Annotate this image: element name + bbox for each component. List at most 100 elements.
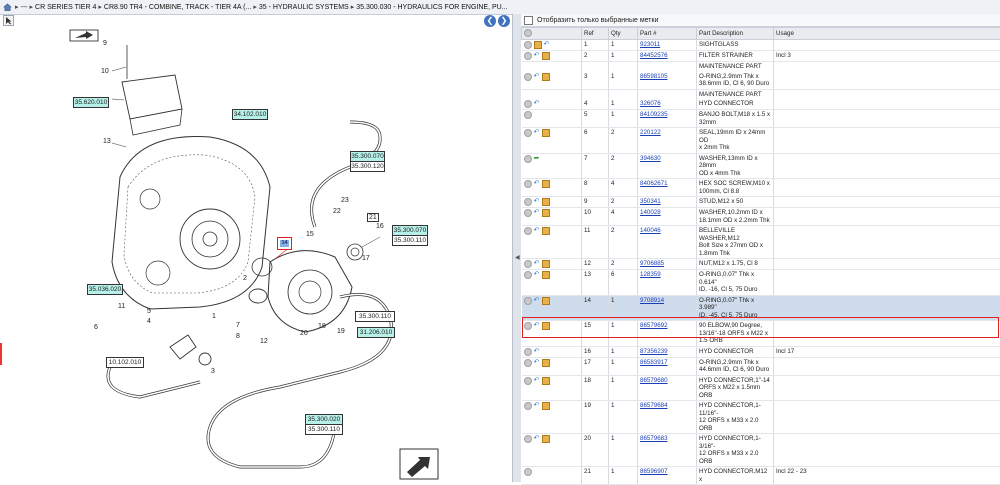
table-row[interactable]: ↶92350341STUD,M12 x 50: [522, 197, 1000, 208]
table-row[interactable]: ➦72394630WASHER,13mm ID x 28mmOD x 4mm T…: [522, 153, 1000, 179]
part-number-link[interactable]: 140028: [640, 209, 661, 216]
part-number-link[interactable]: 9706885: [640, 260, 664, 267]
table-row[interactable]: ↶41326076HYD CONNECTOR: [522, 99, 1000, 110]
header-ref[interactable]: Ref: [582, 28, 609, 40]
table-row[interactable]: ↶104140028WASHER,10.2mm ID x18.1mm OD x …: [522, 208, 1000, 226]
part-number-link[interactable]: 86579684: [640, 402, 668, 409]
breadcrumb-item-root[interactable]: ---: [21, 4, 28, 11]
breadcrumb-item-system[interactable]: 35 - HYDRAULIC SYSTEMS: [259, 4, 349, 11]
reply-arrow-icon[interactable]: ↶: [534, 74, 540, 80]
table-row[interactable]: ↶16187356239HYD CONNECTORIncl 17: [522, 346, 1000, 357]
callout-15[interactable]: 15: [306, 231, 314, 238]
callout-5[interactable]: 5: [147, 308, 151, 315]
section-ref-10-102-010[interactable]: 10.102.010: [106, 357, 144, 368]
callout-17[interactable]: 17: [362, 255, 370, 262]
part-number-link[interactable]: 394630: [640, 155, 661, 162]
info-icon[interactable]: [524, 73, 532, 81]
info-icon[interactable]: [524, 198, 532, 206]
reply-arrow-icon[interactable]: ↶: [534, 298, 540, 304]
callout-19[interactable]: 19: [337, 328, 345, 335]
part-number-link[interactable]: 140046: [640, 227, 661, 234]
callout-10[interactable]: 10: [101, 68, 109, 75]
callout-16[interactable]: 16: [376, 223, 384, 230]
table-row[interactable]: ↶62220122SEAL,19mm ID x 24mm ODx 2mm Thk: [522, 128, 1000, 154]
reply-arrow-icon[interactable]: ↶: [534, 228, 540, 234]
previous-page-button[interactable]: ❮: [484, 15, 496, 27]
forward-arrow-icon[interactable]: ➦: [534, 156, 540, 162]
info-icon[interactable]: [524, 359, 532, 367]
section-ref-35-300-110-c[interactable]: 35.300.110: [305, 424, 343, 435]
table-row[interactable]: ↶8484062671HEX SOC SCREW,M10 x100mm, Cl …: [522, 179, 1000, 197]
info-icon[interactable]: [524, 227, 532, 235]
part-number-link[interactable]: 86579680: [640, 377, 668, 384]
info-icon[interactable]: [524, 209, 532, 217]
header-qty[interactable]: Qty: [609, 28, 638, 40]
info-icon[interactable]: [524, 297, 532, 305]
show-selected-only-checkbox[interactable]: [524, 16, 533, 25]
table-row[interactable]: ↶20186579683HYD CONNECTOR,1-3/16"-12 ORF…: [522, 434, 1000, 467]
info-icon[interactable]: [524, 377, 532, 385]
table-row[interactable]: ↶1518657969290 ELBOW,90 Degree,13/16"-18…: [522, 321, 1000, 347]
info-icon[interactable]: [524, 100, 532, 108]
table-row[interactable]: ↶18186579680HYD CONNECTOR,1"-14ORFS x M2…: [522, 375, 1000, 401]
section-ref-31-206-010[interactable]: 31.206.010: [357, 327, 395, 338]
part-number-link[interactable]: 86583917: [640, 359, 668, 366]
part-number-link[interactable]: 84109235: [640, 111, 668, 118]
part-number-link[interactable]: 128359: [640, 271, 661, 278]
collapse-left-icon[interactable]: ◀: [515, 254, 520, 261]
part-number-link[interactable]: 84452576: [640, 52, 668, 59]
next-page-button[interactable]: ❯: [498, 15, 510, 27]
info-icon[interactable]: [524, 435, 532, 443]
section-ref-34-102-010[interactable]: 34.102.010: [232, 109, 268, 120]
package-icon[interactable]: [542, 435, 550, 443]
callout-23[interactable]: 23: [341, 197, 349, 204]
package-icon[interactable]: [542, 209, 550, 217]
package-icon[interactable]: [542, 52, 550, 60]
callout-3[interactable]: 3: [211, 368, 215, 375]
callout-14-highlight[interactable]: 14: [277, 237, 292, 250]
reply-arrow-icon[interactable]: ↶: [534, 101, 540, 107]
table-row[interactable]: 5184109235BANJO BOLT,M18 x 1.5 x32mm: [522, 110, 1000, 128]
info-icon[interactable]: [524, 180, 532, 188]
reply-arrow-icon[interactable]: ↶: [534, 199, 540, 205]
table-row-selected[interactable]: ↶1419708914O-RING,0.07" Thk x 3.989"ID, …: [522, 295, 1000, 321]
part-number-link[interactable]: 326076: [640, 100, 661, 107]
callout-8[interactable]: 8: [236, 333, 240, 340]
reply-arrow-icon[interactable]: ↶: [534, 360, 540, 366]
part-number-link[interactable]: 220122: [640, 129, 661, 136]
section-ref-35-300-120[interactable]: 35.300.120: [350, 161, 385, 172]
part-number-link[interactable]: 923011: [640, 41, 660, 48]
callout-2[interactable]: 2: [243, 275, 247, 282]
package-icon[interactable]: [542, 377, 550, 385]
callout-12[interactable]: 12: [260, 338, 268, 345]
reply-arrow-icon[interactable]: ↶: [534, 181, 540, 187]
info-icon[interactable]: [524, 111, 532, 119]
package-icon[interactable]: [542, 129, 550, 137]
part-number-link[interactable]: 87356239: [640, 348, 668, 355]
package-icon[interactable]: [542, 260, 550, 268]
package-icon[interactable]: [542, 271, 550, 279]
callout-6[interactable]: 6: [94, 324, 98, 331]
reply-arrow-icon[interactable]: ↶: [534, 403, 540, 409]
callout-7[interactable]: 7: [236, 322, 240, 329]
zoom-tool-button[interactable]: [3, 15, 14, 26]
table-row[interactable]: ↶17186583917O-RING,2.9mm Thk x44.6mm ID,…: [522, 357, 1000, 375]
info-icon[interactable]: [524, 41, 532, 49]
package-icon[interactable]: [542, 73, 550, 81]
reply-arrow-icon[interactable]: ↶: [534, 349, 540, 355]
package-icon[interactable]: [542, 198, 550, 206]
table-row[interactable]: ↶112140046BELLEVILLE WASHER,M12Bolt Size…: [522, 226, 1000, 259]
callout-20[interactable]: 20: [300, 330, 308, 337]
header-part-description[interactable]: Part Description: [697, 28, 774, 40]
part-number-link[interactable]: 86596907: [640, 468, 668, 475]
info-icon[interactable]: [524, 52, 532, 60]
package-icon[interactable]: [542, 227, 550, 235]
info-icon[interactable]: [524, 260, 532, 268]
table-row[interactable]: ↶19186579684HYD CONNECTOR,1-11/16"-12 OR…: [522, 401, 1000, 434]
section-ref-35-300-110[interactable]: 35.300.110: [392, 235, 428, 246]
info-icon[interactable]: [524, 322, 532, 330]
reply-arrow-icon[interactable]: ↶: [534, 53, 540, 59]
home-icon[interactable]: [3, 3, 12, 11]
callout-4[interactable]: 4: [147, 318, 151, 325]
callout-18[interactable]: 18: [318, 323, 326, 330]
